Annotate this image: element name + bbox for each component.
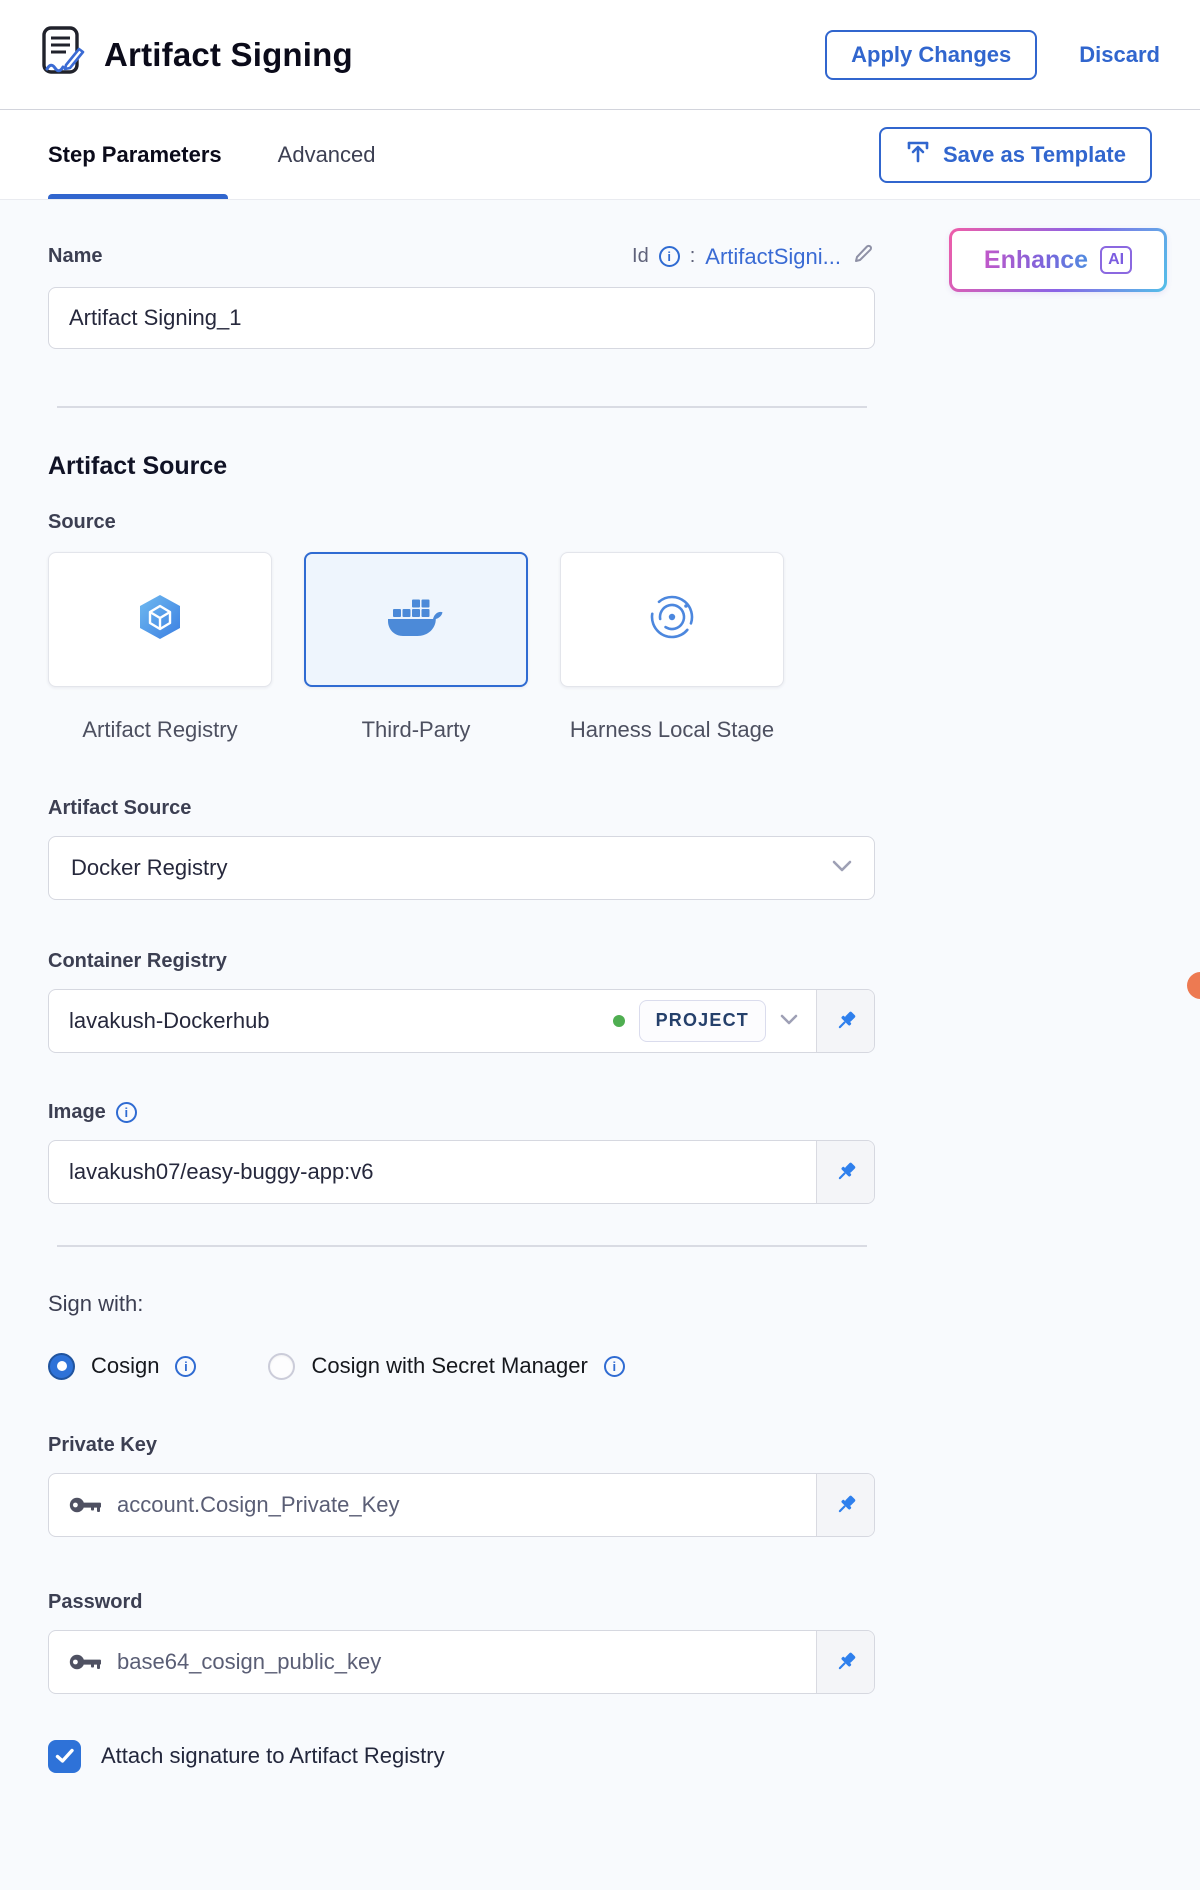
artifact-source-dropdown-label: Artifact Source xyxy=(48,797,875,820)
container-registry-field[interactable]: lavakush-Dockerhub PROJECT xyxy=(48,989,875,1053)
radio-cosign[interactable] xyxy=(48,1353,75,1380)
chevron-down-icon[interactable] xyxy=(780,1012,798,1030)
id-label: Id xyxy=(632,245,649,268)
step-id-link[interactable]: ArtifactSigni... xyxy=(705,244,841,270)
image-field[interactable]: lavakush07/easy-buggy-app:v6 xyxy=(48,1140,875,1204)
source-card-artifact-registry[interactable] xyxy=(48,552,272,687)
info-icon[interactable]: i xyxy=(116,1102,137,1123)
artifact-source-heading: Artifact Source xyxy=(48,452,875,481)
radio-cosign-secret-manager-label[interactable]: Cosign with Secret Manager xyxy=(311,1353,587,1379)
ai-badge: AI xyxy=(1100,246,1132,274)
container-registry-label: Container Registry xyxy=(48,950,875,973)
step-parameters-form: Enhance AI Name Id i : ArtifactSigni... xyxy=(0,200,1200,1773)
artifact-source-select[interactable]: Docker Registry xyxy=(48,836,875,900)
header: Artifact Signing Apply Changes Discard xyxy=(0,0,1200,110)
attach-signature-label[interactable]: Attach signature to Artifact Registry xyxy=(101,1743,445,1769)
upload-icon xyxy=(905,139,931,171)
password-field[interactable]: base64_cosign_public_key xyxy=(48,1630,875,1694)
document-signature-icon xyxy=(40,25,86,84)
private-key-label: Private Key xyxy=(48,1434,875,1457)
sign-with-label: Sign with: xyxy=(48,1291,875,1317)
attach-signature-checkbox[interactable] xyxy=(48,1740,81,1773)
source-card-harness-local-stage[interactable] xyxy=(560,552,784,687)
info-icon[interactable]: i xyxy=(659,246,680,267)
docker-whale-icon xyxy=(384,592,448,647)
pin-runtime-input-button[interactable] xyxy=(816,990,874,1052)
apply-changes-button[interactable]: Apply Changes xyxy=(825,30,1037,80)
pin-runtime-input-button[interactable] xyxy=(816,1141,874,1203)
source-label: Source xyxy=(48,511,875,534)
name-label: Name xyxy=(48,245,102,268)
discard-button[interactable]: Discard xyxy=(1079,42,1160,68)
card-label-harness-local-stage: Harness Local Stage xyxy=(560,715,784,745)
package-cube-icon xyxy=(132,589,188,650)
tab-step-parameters[interactable]: Step Parameters xyxy=(48,110,222,199)
tabbar: Step Parameters Advanced Save as Templat… xyxy=(0,110,1200,200)
chevron-down-icon xyxy=(832,859,852,877)
divider xyxy=(57,1245,867,1247)
active-tab-underline xyxy=(48,194,228,199)
concentric-circles-icon xyxy=(646,591,698,648)
connector-status-dot xyxy=(613,1015,625,1027)
pin-runtime-input-button[interactable] xyxy=(816,1474,874,1536)
tab-advanced[interactable]: Advanced xyxy=(278,110,376,199)
card-label-third-party: Third-Party xyxy=(304,715,528,745)
key-icon xyxy=(69,1495,103,1515)
scope-badge[interactable]: PROJECT xyxy=(639,1000,766,1042)
pin-runtime-input-button[interactable] xyxy=(816,1631,874,1693)
info-icon[interactable]: i xyxy=(604,1356,625,1377)
info-icon[interactable]: i xyxy=(175,1356,196,1377)
image-label: Image xyxy=(48,1101,106,1124)
save-as-template-button[interactable]: Save as Template xyxy=(879,127,1152,183)
password-label: Password xyxy=(48,1591,875,1614)
private-key-field[interactable]: account.Cosign_Private_Key xyxy=(48,1473,875,1537)
edit-pencil-icon[interactable] xyxy=(851,242,875,271)
name-input[interactable] xyxy=(48,287,875,349)
artifact-signing-panel: Artifact Signing Apply Changes Discard S… xyxy=(0,0,1200,1890)
enhance-ai-button[interactable]: Enhance AI xyxy=(949,228,1167,292)
card-label-artifact-registry: Artifact Registry xyxy=(48,715,272,745)
key-icon xyxy=(69,1652,103,1672)
source-card-third-party[interactable] xyxy=(304,552,528,687)
page-title: Artifact Signing xyxy=(104,36,353,74)
divider xyxy=(57,406,867,408)
radio-cosign-secret-manager[interactable] xyxy=(268,1353,295,1380)
radio-cosign-label[interactable]: Cosign xyxy=(91,1353,159,1379)
